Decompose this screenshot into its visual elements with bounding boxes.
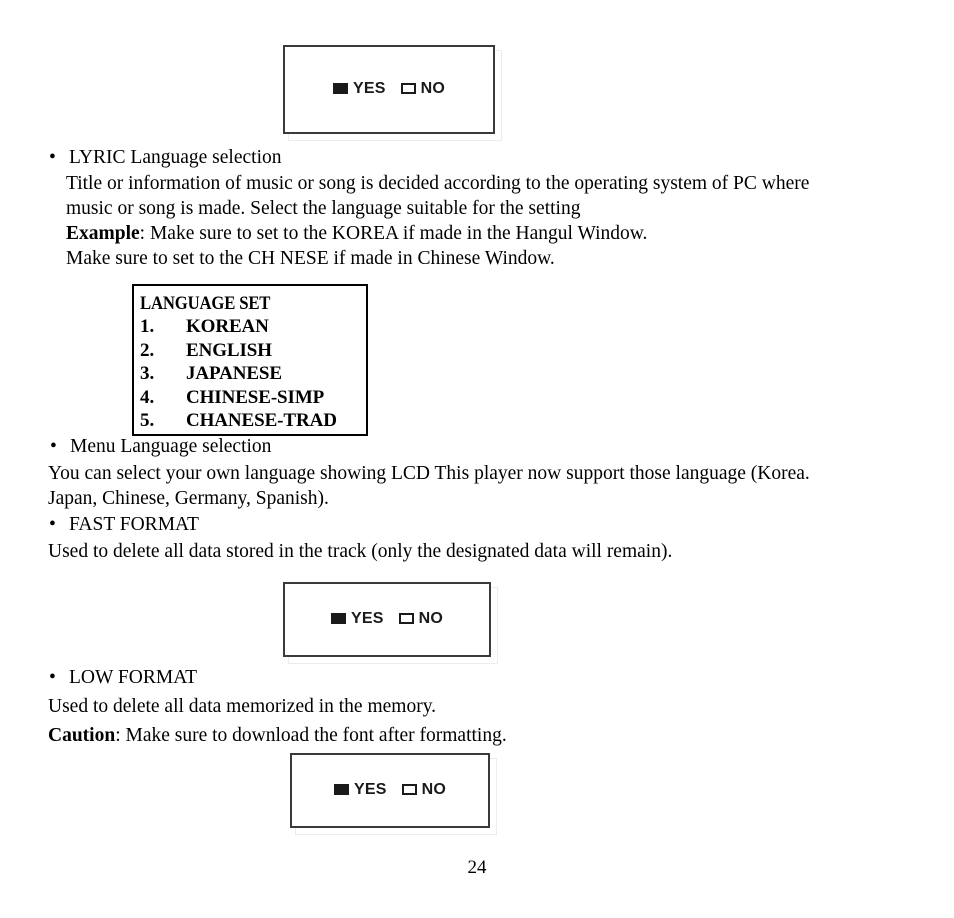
yes-option[interactable]: YES — [330, 609, 384, 627]
no-label: NO — [418, 609, 444, 627]
fast-format-yes-no-dialog: YES NO — [283, 582, 498, 664]
language-set-title: LANGUAGE SET — [140, 293, 271, 314]
lyric-language-heading: • LYRIC Language selection — [49, 145, 281, 170]
item-number: 2. — [140, 339, 155, 361]
yes-no-options: YES NO — [330, 609, 444, 627]
lyric-paragraph-line1: Title or information of music or song is… — [66, 173, 810, 194]
menu-paragraph-line1: You can select your own language showing… — [48, 463, 810, 484]
yes-option[interactable]: YES — [333, 780, 387, 798]
bullet-icon: • — [49, 667, 56, 688]
yes-label: YES — [352, 79, 386, 97]
caution-label: Caution — [48, 725, 116, 746]
bullet-icon: • — [49, 514, 56, 535]
fast-format-heading: • FAST FORMAT — [49, 512, 199, 537]
fast-format-heading-text: FAST FORMAT — [69, 514, 199, 535]
checkbox-empty-icon — [400, 83, 416, 94]
lyric-language-paragraph: Title or information of music or song is… — [66, 171, 909, 221]
item-number: 1. — [140, 316, 155, 337]
language-set-item-japanese[interactable]: 3. JAPANESE — [140, 362, 366, 386]
low-format-yes-no-dialog: YES NO — [290, 753, 497, 835]
item-number: 4. — [140, 386, 155, 408]
checkbox-filled-icon — [333, 784, 349, 795]
page-number: 24 — [467, 857, 487, 878]
lyric-paragraph-line2: music or song is made. Select the langua… — [66, 198, 581, 219]
checkbox-filled-icon — [332, 83, 348, 94]
yes-no-options: YES NO — [332, 79, 446, 97]
item-label: ENGLISH — [186, 339, 272, 361]
bullet-icon: • — [50, 436, 57, 457]
item-number: 5. — [140, 410, 155, 431]
item-label: CHANESE-TRAD — [186, 410, 337, 431]
example-label: Example — [66, 223, 140, 244]
yes-label: YES — [350, 609, 384, 627]
language-set-item-chanese-trad[interactable]: 5. CHANESE-TRAD — [140, 409, 366, 433]
lyric-example-line: Example: Make sure to set to the KOREA i… — [66, 221, 926, 246]
yes-no-options: YES NO — [333, 780, 447, 798]
low-format-heading-text: LOW FORMAT — [69, 667, 198, 688]
language-set-item-korean[interactable]: 1. KOREAN — [140, 315, 366, 339]
low-format-caution: Caution: Make sure to download the font … — [48, 723, 928, 748]
lyric-example-line2: Make sure to set to the CH NESE if made … — [66, 248, 555, 269]
bullet-icon: • — [49, 147, 56, 168]
low-format-heading: • LOW FORMAT — [49, 665, 197, 690]
fast-format-paragraph: Used to delete all data stored in the tr… — [48, 541, 673, 562]
no-option[interactable]: NO — [400, 79, 446, 97]
no-label: NO — [420, 79, 446, 97]
menu-language-heading-text: Menu Language selection — [70, 436, 272, 457]
manual-page: YES NO • LYRIC Language selection Title o… — [0, 0, 954, 918]
menu-paragraph-line2: Japan, Chinese, Germany, Spanish). — [48, 488, 329, 509]
yes-option[interactable]: YES — [332, 79, 386, 97]
checkbox-empty-icon — [398, 613, 414, 624]
lyric-language-yes-no-dialog: YES NO — [283, 45, 502, 141]
checkbox-filled-icon — [330, 613, 346, 624]
language-set-item-chinese-simp[interactable]: 4. CHINESE-SIMP — [140, 386, 366, 410]
menu-language-paragraph: You can select your own language showing… — [48, 461, 920, 511]
language-set-menu-box: LANGUAGE SET 1. KOREAN 2. ENGLISH 3. JAP… — [132, 284, 368, 436]
no-option[interactable]: NO — [401, 780, 447, 798]
menu-language-heading: • Menu Language selection — [50, 434, 271, 459]
example-text: : Make sure to set to the KOREA if made … — [139, 223, 648, 244]
yes-label: YES — [353, 780, 387, 798]
item-label: KOREAN — [186, 316, 269, 337]
item-label: JAPANESE — [186, 363, 282, 384]
lyric-language-heading-text: LYRIC Language selection — [69, 147, 282, 168]
no-label: NO — [421, 780, 447, 798]
language-set-item-english[interactable]: 2. ENGLISH — [140, 339, 366, 363]
checkbox-empty-icon — [401, 784, 417, 795]
low-format-paragraph: Used to delete all data memorized in the… — [48, 696, 437, 717]
no-option[interactable]: NO — [398, 609, 444, 627]
caution-text: : Make sure to download the font after f… — [115, 725, 507, 746]
item-number: 3. — [140, 363, 155, 384]
item-label: CHINESE-SIMP — [186, 386, 325, 408]
